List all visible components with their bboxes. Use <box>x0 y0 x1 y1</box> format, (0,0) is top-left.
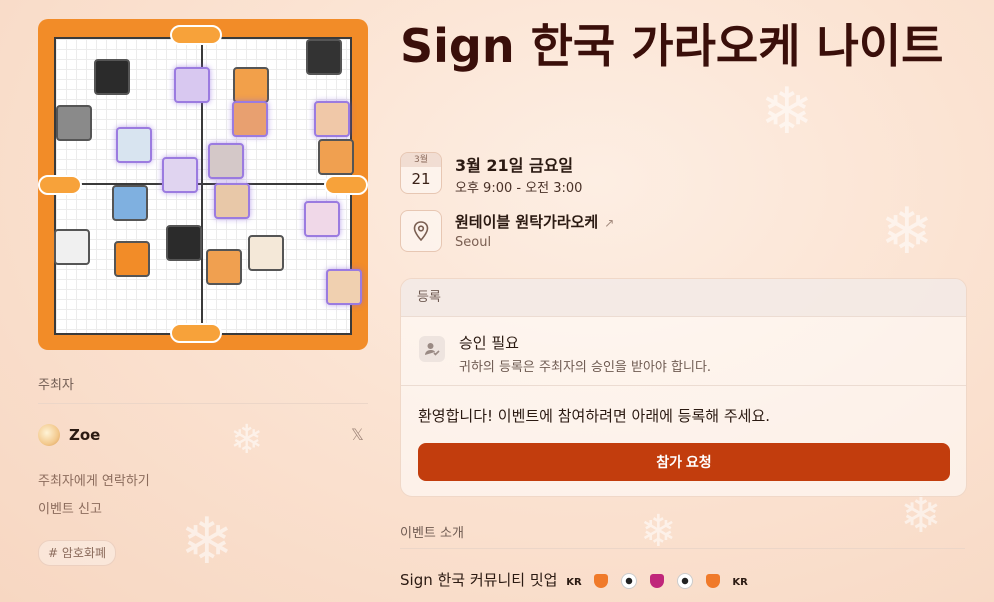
welcome-message: 환영합니다! 이벤트에 참여하려면 아래에 등록해 주세요. <box>418 407 771 425</box>
cover-badge <box>170 25 222 45</box>
cover-avatar <box>56 105 92 141</box>
host-avatar[interactable] <box>38 424 60 446</box>
cover-avatar <box>208 143 244 179</box>
orange-heart-icon <box>705 573 720 588</box>
cover-avatar <box>318 139 354 175</box>
snowflake-decoration: ❄ <box>230 417 264 463</box>
date-month-label: 3월 <box>401 153 441 167</box>
snowflake-decoration: ❄ <box>180 505 234 579</box>
hash-icon: # <box>48 546 59 560</box>
about-text: Sign 한국 커뮤니티 밋업 KR KR <box>400 569 752 590</box>
event-time: 오후 9:00 - 오전 3:00 <box>455 181 583 196</box>
cover-axis-horizontal <box>54 183 350 185</box>
cover-avatar <box>112 185 148 221</box>
kr-flag-label: KR <box>566 577 582 588</box>
date-day-label: 21 <box>411 170 431 188</box>
tongue-icon <box>650 573 665 588</box>
cover-badge <box>170 323 222 343</box>
cover-avatar <box>94 59 130 95</box>
cover-avatar <box>162 157 198 193</box>
card-divider <box>401 385 966 386</box>
host-divider <box>38 403 368 404</box>
report-event-link[interactable]: 이벤트 신고 <box>38 498 102 517</box>
snowflake-decoration: ❄ <box>900 486 942 544</box>
cover-badge <box>38 175 82 195</box>
venue-name: 원테이블 원탁가라오케 <box>455 213 599 231</box>
host-name[interactable]: Zoe <box>69 426 100 444</box>
orange-heart-icon <box>594 573 609 588</box>
kr-flag-label: KR <box>732 577 748 588</box>
eye-icon <box>676 572 693 589</box>
cover-avatar <box>314 101 350 137</box>
cover-avatar <box>214 183 250 219</box>
about-heading: 이벤트 소개 <box>400 526 464 541</box>
venue-city: Seoul <box>455 235 492 250</box>
tag-crypto[interactable]: # 암호화폐 <box>38 540 117 566</box>
about-divider <box>400 548 965 549</box>
cover-avatar <box>114 241 150 277</box>
cover-avatar <box>304 201 340 237</box>
registration-card: 등록 승인 필요 귀하의 등록은 주최자의 승인을 받아야 합니다. 환영합니다… <box>400 278 967 497</box>
cover-badge <box>324 175 368 195</box>
snowflake-decoration: ❄ <box>880 195 934 269</box>
event-cover-image <box>38 19 368 350</box>
cover-avatar <box>248 235 284 271</box>
cover-avatar <box>166 225 202 261</box>
cover-avatar <box>174 67 210 103</box>
cover-avatar <box>306 39 342 75</box>
cover-avatar <box>116 127 152 163</box>
contact-host-link[interactable]: 주최자에게 연락하기 <box>38 470 150 489</box>
registration-header: 등록 <box>401 279 966 317</box>
host-heading: 주최자 <box>38 378 74 393</box>
user-check-icon <box>419 336 445 362</box>
cover-avatar <box>232 101 268 137</box>
cover-avatar <box>206 249 242 285</box>
venue-link[interactable]: 원테이블 원탁가라오케 ↗ <box>455 211 614 232</box>
about-description: Sign 한국 커뮤니티 밋업 <box>400 571 558 589</box>
tag-label: 암호화폐 <box>61 546 107 560</box>
approval-title: 승인 필요 <box>459 334 519 352</box>
request-to-join-button[interactable]: 참가 요청 <box>418 443 950 481</box>
calendar-icon: 3월 21 <box>400 152 442 194</box>
cover-avatar <box>326 269 362 305</box>
snowflake-decoration: ❄ <box>760 75 814 149</box>
approval-description: 귀하의 등록은 주최자의 승인을 받아야 합니다. <box>459 360 712 375</box>
location-pin-icon <box>400 210 442 252</box>
cover-avatar <box>233 67 269 103</box>
event-date: 3월 21일 금요일 <box>455 156 574 175</box>
event-title: Sign 한국 가라오케 나이트 <box>400 19 944 73</box>
cover-avatar <box>54 229 90 265</box>
eye-icon <box>621 572 638 589</box>
x-social-icon[interactable]: 𝕏 <box>351 425 364 444</box>
external-link-icon: ↗ <box>604 216 615 230</box>
